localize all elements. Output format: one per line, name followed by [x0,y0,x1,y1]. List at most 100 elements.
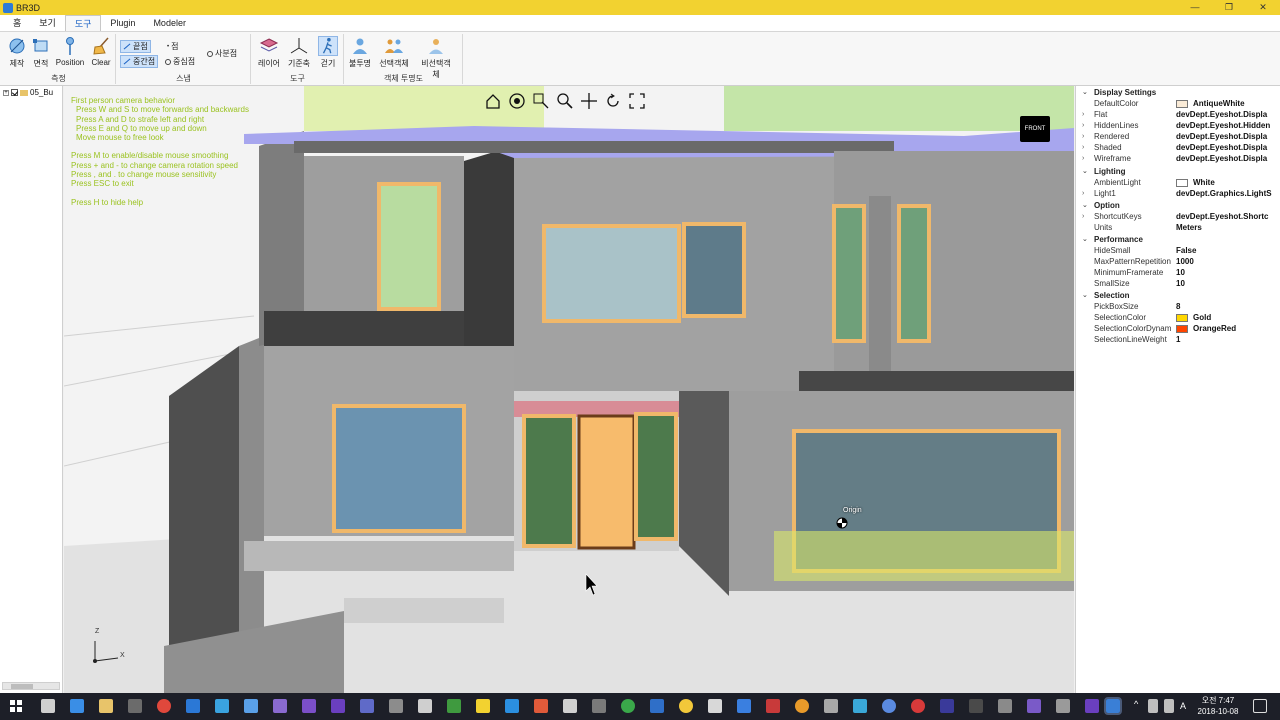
app-icon[interactable] [273,699,287,713]
app-icon[interactable] [650,699,664,713]
app-icon[interactable] [882,699,896,713]
network-icon[interactable] [1148,699,1158,713]
ie-icon[interactable] [215,699,229,713]
app-icon[interactable] [824,699,838,713]
expand-icon[interactable]: › [1082,120,1084,131]
expand-icon[interactable]: › [1082,142,1084,153]
zoom-button[interactable] [556,92,574,110]
property-row[interactable]: MaxPatternRepetition 1000 [1076,256,1280,267]
tab-home[interactable]: 홈 [4,15,30,31]
property-row[interactable]: SelectionLineWeight 1 [1076,334,1280,345]
monitor-icon[interactable] [128,699,142,713]
expand-icon[interactable]: › [1082,109,1084,120]
3d-viewport[interactable]: First person camera behavior Press W and… [64,86,1074,693]
tab-modeler[interactable]: Modeler [144,15,195,31]
property-row[interactable]: › Rendered devDept.Eyeshot.Displa [1076,131,1280,142]
app-icon[interactable] [679,699,693,713]
app-icon[interactable] [737,699,751,713]
snap-point[interactable]: • 점 [167,41,178,52]
home-view-button[interactable] [484,92,502,110]
app-icon[interactable] [708,699,722,713]
tab-plugin[interactable]: Plugin [101,15,144,31]
system-clock[interactable]: 오전 7:47 2018-10-08 [1192,695,1244,717]
pan-button[interactable] [580,92,598,110]
layer-button[interactable]: 레이어 [254,36,284,69]
visual-studio-icon[interactable] [1085,699,1099,713]
category-selection[interactable]: ⌄ Selection [1076,290,1280,301]
app-icon[interactable] [360,699,374,713]
scrollbar-thumb[interactable] [11,684,33,689]
snap-quadrant[interactable]: 사분점 [207,48,237,59]
category-display-settings[interactable]: ⌄ Display Settings [1076,87,1280,98]
visual-studio-icon[interactable] [302,699,316,713]
position-button[interactable]: Position [55,36,85,67]
orbit-button[interactable] [508,92,526,110]
maps-icon[interactable] [244,699,258,713]
category-lighting[interactable]: ⌄ Lighting [1076,166,1280,177]
app-icon[interactable] [418,699,432,713]
clear-button[interactable]: Clear [86,36,116,67]
property-row[interactable]: › Light1 devDept.Graphics.LightS [1076,188,1280,199]
measure-area-button[interactable]: 면적 [26,36,56,69]
tree-item[interactable]: + 05_Bu [3,88,53,97]
property-row[interactable]: › Flat devDept.Eyeshot.Displa [1076,109,1280,120]
tab-view[interactable]: 보기 [30,15,65,31]
app-icon[interactable] [766,699,780,713]
folder-icon[interactable] [99,699,113,713]
app-icon[interactable] [447,699,461,713]
category-option[interactable]: ⌄ Option [1076,200,1280,211]
snap-midpoint[interactable]: 중간점 [120,55,159,68]
bridge-icon[interactable] [795,699,809,713]
notification-icon[interactable] [1253,699,1267,713]
property-row[interactable]: MinimumFramerate 10 [1076,267,1280,278]
property-row[interactable]: DefaultColor AntiqueWhite [1076,98,1280,109]
app-back-icon[interactable] [41,699,55,713]
collapse-icon[interactable]: ⌄ [1082,290,1088,301]
opaque-button[interactable]: 불투명 [345,36,375,69]
selected-object-button[interactable]: 선택객체 [379,36,409,69]
property-row[interactable]: › HiddenLines devDept.Eyeshot.Hidden [1076,120,1280,131]
expand-icon[interactable]: › [1082,188,1084,199]
windows-start-icon[interactable] [9,699,23,713]
category-performance[interactable]: ⌄ Performance [1076,234,1280,245]
zoom-window-button[interactable] [532,92,550,110]
rotate-button[interactable] [604,92,622,110]
app-icon[interactable] [853,699,867,713]
property-row[interactable]: SmallSize 10 [1076,278,1280,289]
collapse-icon[interactable]: ⌄ [1082,234,1088,245]
ime-indicator[interactable]: A [1180,699,1190,713]
app-icon[interactable] [563,699,577,713]
expand-icon[interactable]: › [1082,153,1084,164]
walk-button[interactable]: 걷기 [313,36,343,69]
view-cube[interactable]: FRONT [1020,116,1050,142]
collapse-icon[interactable]: ⌄ [1082,87,1088,98]
zoom-fit-button[interactable] [628,92,646,110]
app-icon[interactable] [389,699,403,713]
snap-endpoint[interactable]: 끝점 [120,40,151,53]
app-icon[interactable] [998,699,1012,713]
tab-tools[interactable]: 도구 [64,15,102,31]
kakaotalk-icon[interactable] [476,699,490,713]
app-icon[interactable] [1056,699,1070,713]
terminal-icon[interactable] [969,699,983,713]
visibility-checkbox[interactable] [11,89,18,96]
chrome-icon[interactable] [157,699,171,713]
br3d-active-icon[interactable] [1104,697,1122,715]
collapse-icon[interactable]: ⌄ [1082,200,1088,211]
edge-icon[interactable] [186,699,200,713]
visual-studio-icon[interactable] [331,699,345,713]
property-row[interactable]: SelectionColor Gold [1076,312,1280,323]
app-icon[interactable] [1027,699,1041,713]
tray-chevron-icon[interactable]: ^ [1134,699,1142,713]
property-row[interactable]: › Shaded devDept.Eyeshot.Displa [1076,142,1280,153]
minimize-button[interactable]: — [1178,0,1212,15]
property-row[interactable]: SelectionColorDynam OrangeRed [1076,323,1280,334]
app-icon[interactable] [940,699,954,713]
property-row[interactable]: HideSmall False [1076,245,1280,256]
home-icon[interactable] [70,699,84,713]
expand-icon[interactable]: › [1082,131,1084,142]
volume-icon[interactable] [1164,699,1174,713]
property-row[interactable]: › ShortcutKeys devDept.Eyeshot.Shortc [1076,211,1280,222]
app-icon[interactable] [592,699,606,713]
close-button[interactable]: ✕ [1246,0,1280,15]
